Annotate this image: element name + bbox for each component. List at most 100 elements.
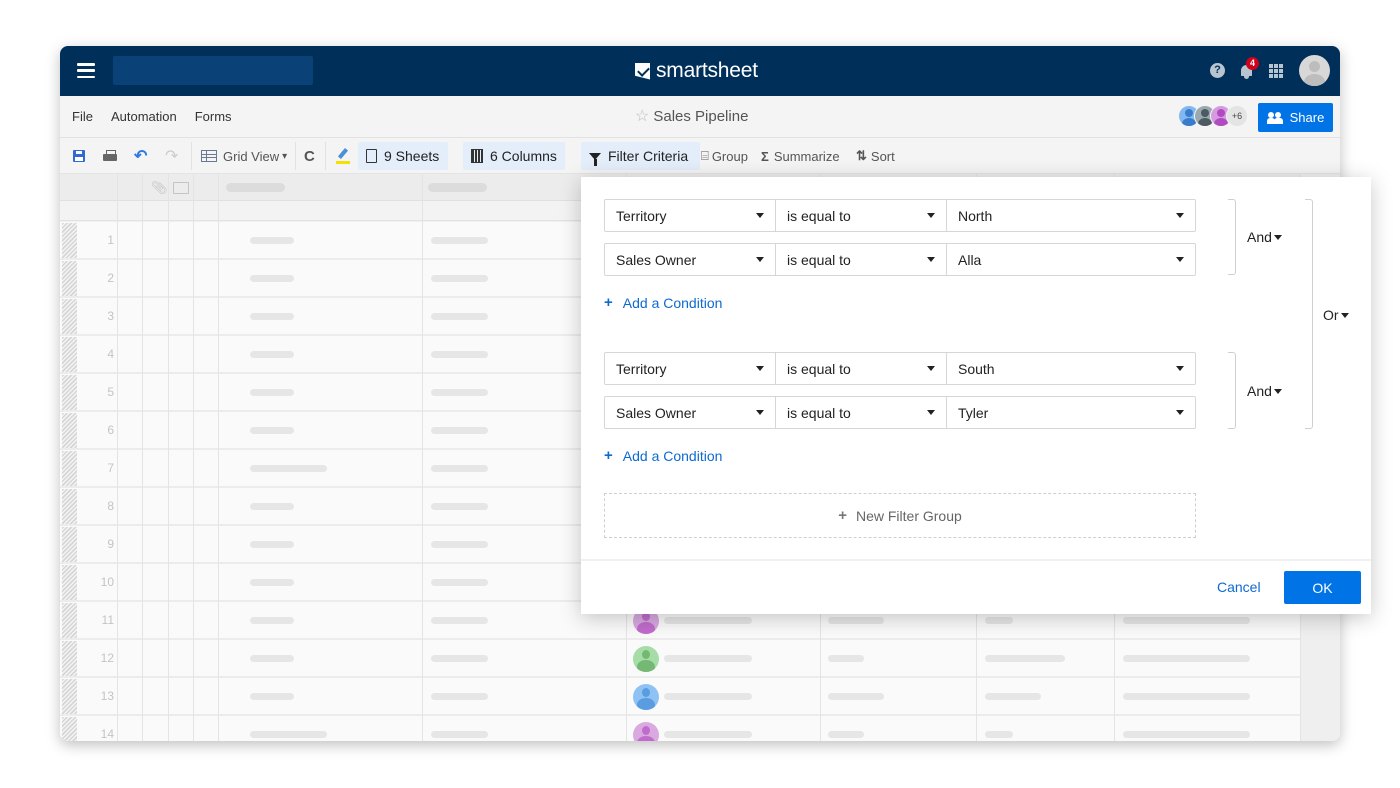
- field-dropdown[interactable]: Sales Owner: [604, 243, 776, 276]
- collaborator-avatars[interactable]: +6: [1178, 105, 1248, 127]
- sort-button[interactable]: ⇅ Sort: [856, 138, 895, 174]
- cell-placeholder[interactable]: [431, 693, 488, 700]
- save-button[interactable]: [73, 138, 85, 174]
- cell-placeholder[interactable]: [250, 731, 327, 738]
- sheets-filter-pill[interactable]: 9 Sheets: [358, 142, 448, 170]
- grid-view-dropdown[interactable]: Grid View ▾: [201, 138, 287, 174]
- menu-forms[interactable]: Forms: [195, 109, 232, 124]
- filter-criteria-pill[interactable]: Filter Criteria: [581, 142, 700, 170]
- cell-placeholder[interactable]: [828, 617, 884, 624]
- cell-placeholder[interactable]: [1123, 617, 1250, 624]
- menu-automation[interactable]: Automation: [111, 109, 177, 124]
- refresh-button[interactable]: C: [304, 138, 315, 174]
- cell-placeholder[interactable]: [828, 693, 884, 700]
- favorite-star-icon[interactable]: ☆: [635, 106, 649, 126]
- assignee-avatar[interactable]: [633, 646, 659, 672]
- cell-placeholder[interactable]: [985, 617, 1013, 624]
- operator-dropdown[interactable]: is equal to: [776, 352, 947, 385]
- value-dropdown[interactable]: South: [947, 352, 1196, 385]
- cell-placeholder[interactable]: [431, 427, 488, 434]
- value-dropdown[interactable]: Alla: [947, 243, 1196, 276]
- cell-placeholder[interactable]: [431, 579, 488, 586]
- cell-placeholder[interactable]: [664, 655, 752, 662]
- row-drag-handle[interactable]: [62, 451, 77, 486]
- app-launcher-grid-icon[interactable]: [1269, 63, 1283, 78]
- cell-placeholder[interactable]: [664, 693, 752, 700]
- summarize-button[interactable]: Σ Summarize: [761, 138, 840, 174]
- row-drag-handle[interactable]: [62, 413, 77, 448]
- cell-placeholder[interactable]: [250, 503, 294, 510]
- redo-button[interactable]: ↷: [165, 138, 178, 174]
- row-drag-handle[interactable]: [62, 603, 77, 638]
- cancel-button[interactable]: Cancel: [1217, 579, 1261, 595]
- group-logic-dropdown[interactable]: And: [1247, 229, 1282, 245]
- cell-placeholder[interactable]: [250, 693, 294, 700]
- cell-placeholder[interactable]: [431, 237, 488, 244]
- cell-placeholder[interactable]: [250, 427, 294, 434]
- row-drag-handle[interactable]: [62, 261, 77, 296]
- cell-placeholder[interactable]: [431, 351, 488, 358]
- row-drag-handle[interactable]: [62, 717, 77, 741]
- cell-placeholder[interactable]: [250, 617, 294, 624]
- cell-placeholder[interactable]: [431, 313, 488, 320]
- new-filter-group-button[interactable]: + New Filter Group: [604, 493, 1196, 538]
- cell-placeholder[interactable]: [250, 351, 294, 358]
- cell-placeholder[interactable]: [828, 655, 864, 662]
- field-dropdown[interactable]: Territory: [604, 199, 776, 232]
- cell-placeholder[interactable]: [431, 275, 488, 282]
- operator-dropdown[interactable]: is equal to: [776, 243, 947, 276]
- group-logic-dropdown[interactable]: And: [1247, 383, 1282, 399]
- row-drag-handle[interactable]: [62, 527, 77, 562]
- cell-placeholder[interactable]: [250, 389, 294, 396]
- cell-placeholder[interactable]: [985, 731, 1013, 738]
- row-drag-handle[interactable]: [62, 641, 77, 676]
- global-search-box[interactable]: [113, 56, 313, 85]
- menu-file[interactable]: File: [72, 109, 93, 124]
- columns-filter-pill[interactable]: 6 Columns: [463, 142, 565, 170]
- assignee-avatar[interactable]: [633, 684, 659, 710]
- cell-placeholder[interactable]: [431, 503, 488, 510]
- cell-placeholder[interactable]: [985, 693, 1041, 700]
- operator-dropdown[interactable]: is equal to: [776, 199, 947, 232]
- cell-placeholder[interactable]: [431, 465, 488, 472]
- cell-placeholder[interactable]: [250, 465, 327, 472]
- print-button[interactable]: [103, 138, 117, 174]
- cell-placeholder[interactable]: [250, 655, 294, 662]
- field-dropdown[interactable]: Territory: [604, 352, 776, 385]
- row-drag-handle[interactable]: [62, 337, 77, 372]
- cell-placeholder[interactable]: [250, 541, 294, 548]
- cell-placeholder[interactable]: [1123, 731, 1250, 738]
- cell-placeholder[interactable]: [828, 731, 864, 738]
- cell-placeholder[interactable]: [431, 389, 488, 396]
- more-collaborators-count[interactable]: +6: [1226, 105, 1248, 127]
- add-condition-link[interactable]: + Add a Condition: [604, 447, 722, 464]
- cell-placeholder[interactable]: [431, 655, 488, 662]
- group-button[interactable]: ⌸ Group: [701, 138, 748, 174]
- undo-button[interactable]: ↶: [134, 138, 147, 174]
- notifications-bell-icon[interactable]: 4: [1239, 56, 1259, 80]
- cell-placeholder[interactable]: [250, 579, 294, 586]
- value-dropdown[interactable]: North: [947, 199, 1196, 232]
- field-dropdown[interactable]: Sales Owner: [604, 396, 776, 429]
- row-drag-handle[interactable]: [62, 679, 77, 714]
- cell-placeholder[interactable]: [1123, 655, 1250, 662]
- cell-placeholder[interactable]: [985, 655, 1065, 662]
- cell-placeholder[interactable]: [431, 731, 488, 738]
- cell-placeholder[interactable]: [1123, 693, 1250, 700]
- filter-groups-logic-dropdown[interactable]: Or: [1323, 307, 1349, 323]
- row-drag-handle[interactable]: [62, 223, 77, 258]
- cell-placeholder[interactable]: [431, 617, 488, 624]
- column-header-placeholder[interactable]: [226, 183, 285, 192]
- row-drag-handle[interactable]: [62, 375, 77, 410]
- column-header-placeholder[interactable]: [428, 183, 487, 192]
- cell-placeholder[interactable]: [664, 731, 752, 738]
- add-condition-link[interactable]: + Add a Condition: [604, 294, 722, 311]
- row-drag-handle[interactable]: [62, 299, 77, 334]
- cell-placeholder[interactable]: [431, 541, 488, 548]
- cell-placeholder[interactable]: [250, 313, 294, 320]
- cell-placeholder[interactable]: [250, 275, 294, 282]
- assignee-avatar[interactable]: [633, 722, 659, 741]
- highlight-changes-button[interactable]: [336, 138, 350, 174]
- row-drag-handle[interactable]: [62, 489, 77, 524]
- row-drag-handle[interactable]: [62, 565, 77, 600]
